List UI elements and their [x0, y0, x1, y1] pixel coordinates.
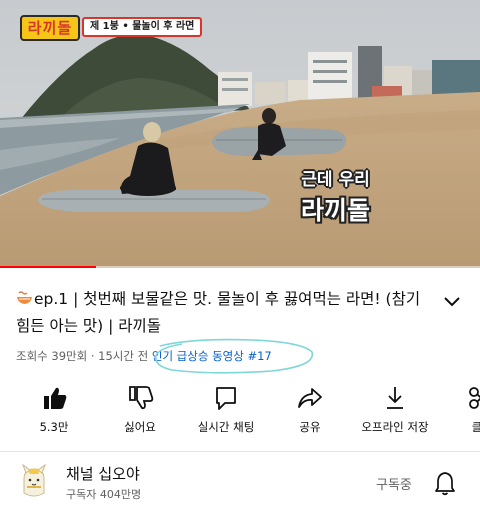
divider: [0, 451, 480, 452]
meta-separator: ·: [90, 349, 95, 363]
video-title-text: ep.1 | 첫번째 보물같은 맛. 물놀이 후 끓여먹는 라면! (참기 힘든…: [16, 290, 421, 335]
view-count: 조회수 39만회: [16, 349, 88, 363]
video-player[interactable]: 라끼돌 제 1붕 • 물놀이 후 라면 근데 우리 라끼돌: [0, 0, 480, 268]
dislike-button[interactable]: 싫어요: [110, 383, 170, 443]
caption-line-2: 라끼돌: [300, 196, 370, 225]
chevron-down-icon[interactable]: [440, 292, 464, 312]
share-icon: [298, 388, 322, 408]
live-chat-button[interactable]: 실시간 채팅: [188, 383, 264, 443]
channel-name[interactable]: 채널 십오야: [66, 463, 140, 484]
dislike-label: 싫어요: [124, 420, 156, 434]
clip-icon: [469, 387, 480, 409]
episode-tag: 제 1붕 • 물놀이 후 라면: [82, 17, 203, 37]
channel-avatar[interactable]: [18, 463, 50, 501]
progress-fill: [0, 266, 96, 268]
like-button[interactable]: 5.3만: [24, 383, 84, 443]
video-caption: 근데 우리 라끼돌: [301, 165, 370, 227]
download-label: 오프라인 저장: [361, 420, 429, 434]
download-button[interactable]: 오프라인 저장: [352, 383, 438, 443]
video-meta: 조회수 39만회 · 15시간 전 인기 급상승 동영상 #17: [16, 348, 272, 364]
share-label: 공유: [299, 420, 321, 434]
progress-bar[interactable]: [0, 266, 480, 268]
share-button[interactable]: 공유: [282, 383, 338, 443]
live-chat-icon: [216, 387, 236, 410]
clip-button[interactable]: 클: [462, 383, 480, 443]
download-icon: [387, 387, 403, 409]
upload-time: 15시간 전: [98, 349, 149, 363]
subscribed-button[interactable]: 구독중: [376, 474, 412, 493]
clip-label: 클: [471, 420, 480, 434]
like-count: 5.3만: [39, 420, 69, 434]
live-chat-label: 실시간 채팅: [197, 420, 255, 434]
trending-link[interactable]: 인기 급상승 동영상 #17: [152, 349, 272, 363]
ramen-bowl-icon: [17, 291, 32, 304]
caption-line-1: 근데 우리: [301, 170, 370, 190]
thumbs-down-icon: [129, 386, 154, 410]
bell-icon[interactable]: [433, 470, 457, 496]
action-bar: 5.3만 싫어요 실시간 채팅 공유 오프라인 저장 클: [0, 383, 480, 443]
video-title[interactable]: ep.1 | 첫번째 보물같은 맛. 물놀이 후 끓여먹는 라면! (참기 힘든…: [16, 286, 436, 340]
show-logo: 라끼돌: [20, 15, 80, 41]
thumbs-up-icon: [44, 387, 67, 409]
subscriber-count: 구독자 404만명: [66, 488, 142, 501]
